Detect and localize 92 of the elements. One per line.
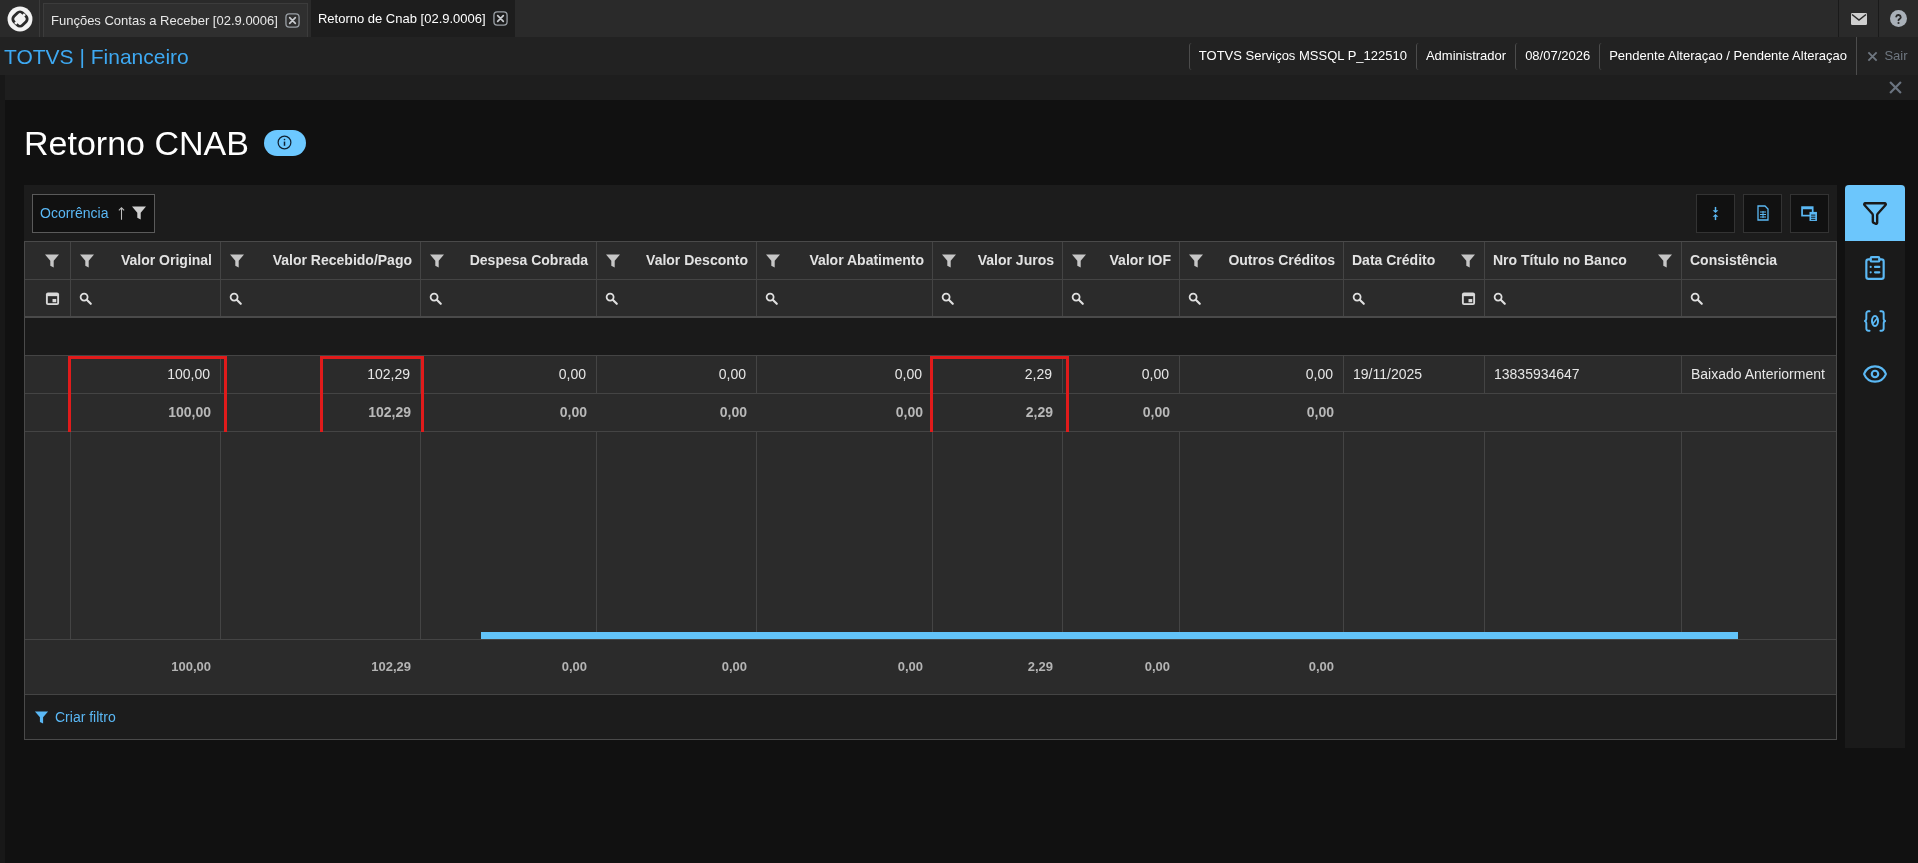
filter-icon[interactable]	[131, 205, 148, 221]
filter-icon[interactable]	[429, 252, 445, 269]
search-icon	[1690, 291, 1703, 305]
create-filter-button[interactable]: Criar filtro	[34, 706, 116, 728]
spreadsheet-file-icon	[1754, 205, 1771, 221]
table-cell-text: 100,00	[167, 365, 210, 384]
column-header[interactable]: Valor Recebido/Pago	[221, 242, 421, 279]
search-icon	[1071, 291, 1084, 305]
total-cell-text: 102,29	[371, 658, 411, 677]
subtotal-cell-text: 0,00	[1306, 403, 1334, 422]
subtotal-cell-text: 102,29	[368, 403, 411, 422]
filter-icon[interactable]	[765, 252, 781, 269]
table-cell-text: 0,00	[1305, 365, 1333, 384]
column-header[interactable]: Despesa Cobrada	[421, 242, 597, 279]
search-icon	[605, 291, 618, 305]
page-title: Retorno CNAB	[24, 125, 249, 160]
column-header[interactable]: Valor Desconto	[597, 242, 757, 279]
column-header[interactable]: Valor Abatimento	[757, 242, 933, 279]
table-cell-text: 2,29	[1024, 365, 1052, 384]
braces-zero-icon	[1862, 307, 1888, 334]
filter-icon[interactable]	[605, 252, 621, 269]
session-info: Administrador	[1415, 42, 1516, 70]
app-title: TOTVS | Financeiro	[3, 45, 189, 67]
filter-icon[interactable]	[1188, 252, 1204, 269]
mail-icon[interactable]	[1850, 12, 1867, 25]
session-info: 08/07/2026	[1515, 42, 1600, 70]
subtotal-cell-text: 0,00	[1142, 403, 1170, 422]
clipboard-icon	[1862, 254, 1888, 281]
subtotal-cell-text: 0,00	[719, 403, 747, 422]
total-cell-text: 100,00	[171, 658, 211, 677]
table-cell-text: 13835934647	[1494, 365, 1580, 384]
filter-icon[interactable]	[1071, 252, 1087, 269]
filter-icon[interactable]	[1460, 252, 1476, 269]
search-icon	[79, 291, 92, 305]
table-cell-text: Baixado Anteriorment	[1691, 365, 1825, 384]
column-header[interactable]: Valor Juros	[933, 242, 1063, 279]
filter-icon	[34, 709, 49, 725]
filter-icon[interactable]	[44, 252, 60, 269]
filter-icon[interactable]	[941, 252, 957, 269]
export-button[interactable]	[1743, 193, 1782, 233]
total-cell-text: 0,00	[1308, 658, 1334, 677]
filter-panel-button[interactable]	[1845, 185, 1905, 241]
total-cell-text: 2,29	[1027, 658, 1053, 677]
tab[interactable]: Retorno de Cnab [02.9.0006]	[310, 0, 515, 37]
table-row[interactable]: 100,00 102,29 0,00 0,00 0,00 2,29 0,00 0,00 19/11/2025 13835934647 Baixado Anteriorment	[25, 356, 1836, 394]
table-cell-text: 102,29	[367, 365, 410, 384]
search-icon	[1493, 291, 1506, 305]
session-info: TOTVS Serviços MSSQL P_122510	[1188, 42, 1416, 70]
search-icon	[229, 291, 242, 305]
session-info: Pendente Alteraçao / Pendente Alteraçao	[1599, 42, 1856, 70]
search-icon	[1352, 291, 1365, 305]
column-header[interactable]: Nro Título no Banco	[1485, 242, 1682, 279]
filter-icon[interactable]	[79, 252, 95, 269]
column-header[interactable]: Data Crédito	[1344, 242, 1485, 279]
filter-icon[interactable]	[1657, 252, 1673, 269]
filter-icon	[1862, 200, 1888, 226]
search-icon	[1188, 291, 1201, 305]
info-icon	[277, 135, 293, 150]
tab[interactable]: Funções Contas a Receber [02.9.0006]	[43, 3, 308, 37]
search-icon	[941, 291, 954, 305]
table-cell-text: 0,00	[718, 365, 746, 384]
table-cell-text: 0,00	[1141, 365, 1169, 384]
total-cell-text: 0,00	[1144, 658, 1170, 677]
column-header[interactable]: Outros Créditos	[1180, 242, 1344, 279]
calendar-icon[interactable]	[1461, 290, 1476, 306]
column-header[interactable]: Consistência	[1682, 242, 1836, 279]
info-button[interactable]	[263, 129, 306, 156]
logo-icon[interactable]	[6, 5, 33, 32]
layout-button[interactable]	[1790, 193, 1829, 233]
table-cell-text: 19/11/2025	[1353, 365, 1423, 384]
close-icon	[1867, 50, 1879, 62]
total-cell-text: 0,00	[721, 658, 747, 677]
column-header[interactable]: Valor Original	[71, 242, 221, 279]
table-cell-text: 0,00	[894, 365, 922, 384]
help-icon[interactable]	[1890, 10, 1907, 27]
subtotal-cell-text: 0,00	[559, 403, 587, 422]
table-cell-text: 0,00	[558, 365, 586, 384]
column-header[interactable]: Valor IOF	[1063, 242, 1180, 279]
filter-icon[interactable]	[229, 252, 245, 269]
search-icon	[765, 291, 778, 305]
subtotal-cell-text: 0,00	[895, 403, 923, 422]
subtotal-cell-text: 100,00	[168, 403, 211, 422]
total-cell-text: 0,00	[897, 658, 923, 677]
total-cell-text: 0,00	[561, 658, 587, 677]
close-icon[interactable]	[284, 13, 300, 28]
horizontal-scrollbar[interactable]	[481, 632, 1738, 639]
calendar-icon[interactable]	[45, 290, 60, 306]
close-icon[interactable]	[492, 11, 508, 26]
subtotal-cell-text: 2,29	[1025, 403, 1053, 422]
search-icon	[429, 291, 442, 305]
group-chip[interactable]: Ocorrência	[32, 193, 156, 233]
overlapping-windows-icon	[1801, 204, 1818, 222]
